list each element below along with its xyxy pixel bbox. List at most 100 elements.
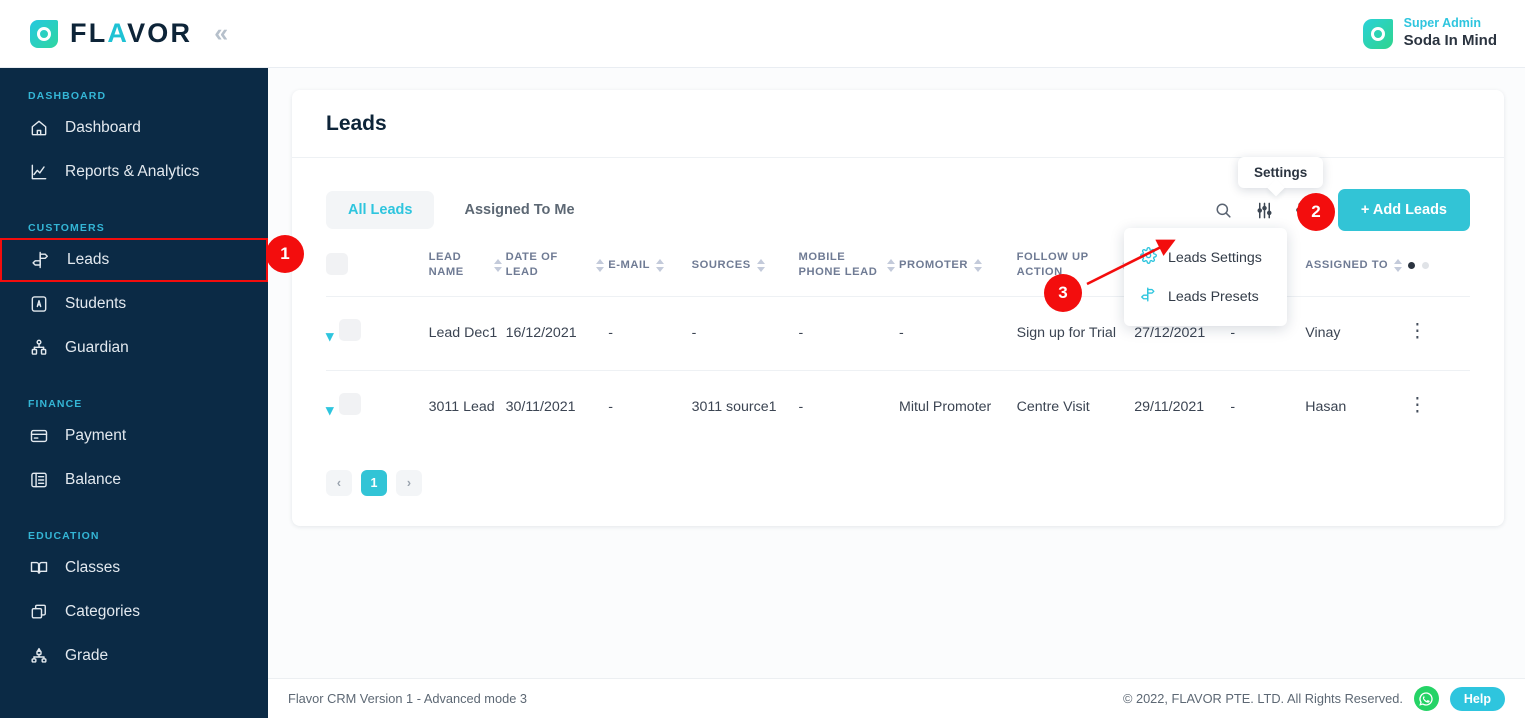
sidebar-item-label: Grade (65, 647, 109, 664)
credit-card-icon (28, 426, 49, 447)
brand-logo[interactable]: FLAVOR « (30, 18, 228, 49)
pagination-next[interactable]: › (396, 469, 422, 496)
sort-toggle[interactable] (596, 258, 605, 272)
pagination: ‹ 1 › (292, 444, 1504, 526)
th-date-of-lead[interactable]: DATE OF LEAD (506, 234, 609, 297)
row-spacer (388, 369, 429, 444)
tab-assigned-to-me[interactable]: Assigned To Me (442, 191, 596, 229)
tab-all-leads[interactable]: All Leads (326, 191, 435, 229)
row-checkbox[interactable] (339, 319, 362, 342)
cell-sources: - (691, 296, 799, 371)
annotation-marker-2: 2 (1297, 193, 1335, 231)
sidebar-item-label: Categories (65, 603, 140, 620)
sort-toggle[interactable] (974, 258, 983, 272)
sidebar-item-classes[interactable]: Classes (0, 546, 268, 590)
th-email[interactable]: E-MAIL (608, 234, 691, 297)
row-checkbox[interactable] (339, 392, 362, 415)
help-button[interactable]: Help (1449, 686, 1505, 711)
table-head: LEAD NAME DATE OF LEAD E-MAIL SOURCES MO… (326, 234, 1470, 297)
cell-status: - (1230, 369, 1306, 444)
page-title: Leads (326, 111, 387, 135)
whatsapp-icon[interactable] (1413, 686, 1439, 711)
row-menu-icon[interactable]: ⋮ (1408, 395, 1427, 416)
cell-row-actions: ⋮ (1407, 369, 1470, 444)
th-assigned-to[interactable]: ASSIGNED TO (1305, 234, 1408, 297)
sidebar-item-label: Leads (67, 251, 110, 268)
sidebar-item-label: Dashboard (65, 119, 141, 136)
sidebar-item-reports-analytics[interactable]: Reports & Analytics (0, 150, 268, 194)
sort-toggle[interactable] (887, 258, 896, 272)
sidebar-item-leads[interactable]: Leads (0, 238, 268, 282)
annotation-marker-1: 1 (266, 235, 304, 273)
sort-toggle[interactable] (756, 258, 765, 272)
th-select-all (326, 234, 388, 297)
annotation-marker-3: 3 (1044, 274, 1082, 312)
sort-toggle[interactable] (493, 258, 502, 272)
chevron-double-left-icon[interactable]: « (214, 21, 228, 46)
copyright: © 2022, FLAVOR PTE. LTD. All Rights Rese… (1122, 691, 1403, 706)
pagination-page-1[interactable]: 1 (361, 469, 387, 496)
table-container: LEAD NAME DATE OF LEAD E-MAIL SOURCES MO… (292, 234, 1504, 444)
leads-card: Leads All Leads Assigned To Me + Add Lea… (292, 90, 1504, 526)
table-row[interactable]: ▾ Lead Dec1 16/12/2021 - - - - Sign up f… (326, 296, 1470, 371)
th-label: ASSIGNED TO (1305, 258, 1389, 271)
home-icon (28, 118, 49, 139)
th-sources[interactable]: SOURCES (692, 234, 799, 297)
sidebar-item-dashboard[interactable]: Dashboard (0, 106, 268, 150)
column-pager-dots[interactable] (1407, 261, 1466, 269)
add-leads-button[interactable]: + Add Leads (1337, 189, 1470, 231)
row-menu-icon[interactable]: ⋮ (1408, 321, 1427, 342)
student-badge-icon (28, 294, 49, 315)
menu-item-label: Leads Presets (1168, 288, 1259, 305)
signpost-icon (30, 250, 51, 271)
sidebar-item-grade[interactable]: Grade (0, 634, 268, 678)
table-row[interactable]: ▾ 3011 Lead 30/11/2021 - 3011 source1 - … (326, 369, 1470, 444)
toolbar-actions: + Add Leads (1214, 189, 1470, 231)
cell-mobile-phone-lead: - (798, 296, 900, 371)
app-version: Flavor CRM Version 1 - Advanced mode 3 (288, 691, 527, 706)
guardian-icon (28, 338, 49, 359)
brand-mid: A (107, 18, 128, 48)
chevron-down-icon[interactable]: ▾ (326, 400, 334, 422)
cell-lead-name: Lead Dec1 (428, 296, 506, 371)
cell-mobile-phone-lead: - (798, 369, 900, 444)
cell-follow-up-action: Centre Visit (1016, 369, 1135, 444)
brand-suffix: VOR (127, 18, 193, 48)
cell-assigned-to: Vinay (1305, 296, 1408, 371)
brand-wordmark: FLAVOR (70, 18, 192, 49)
cell-follow-up-action: Sign up for Trial (1016, 296, 1135, 371)
sidebar-item-label: Students (65, 295, 127, 312)
th-column-pager (1407, 234, 1470, 297)
search-icon[interactable] (1214, 201, 1233, 220)
select-all-checkbox[interactable] (326, 252, 348, 275)
brand-prefix: FL (70, 18, 108, 48)
cell-lead-name: 3011 Lead (428, 369, 506, 444)
sidebar-section-dashboard: DASHBOARD (28, 90, 107, 102)
th-lead-name[interactable]: LEAD NAME (429, 234, 506, 297)
sort-toggle[interactable] (1394, 258, 1403, 272)
th-promoter[interactable]: PROMOTER (899, 234, 1017, 297)
user-profile[interactable]: Super Admin Soda In Mind (1362, 16, 1497, 50)
sidebar-section-customers: CUSTOMERS (28, 222, 105, 234)
filter-sliders-icon[interactable] (1255, 201, 1274, 220)
row-spacer (388, 296, 429, 371)
row-expand-cell: ▾ (326, 296, 388, 371)
chart-line-icon (28, 162, 49, 183)
top-bar: FLAVOR « Super Admin Soda In Mind (0, 0, 1525, 68)
sidebar: DASHBOARD Dashboard Reports & Analytics … (0, 68, 268, 718)
row-expand-cell: ▾ (326, 369, 388, 444)
sidebar-section-education: EDUCATION (28, 530, 100, 542)
cell-assigned-to: Hasan (1305, 369, 1408, 444)
sidebar-item-balance[interactable]: Balance (0, 458, 268, 502)
sidebar-item-categories[interactable]: Categories (0, 590, 268, 634)
chevron-down-icon[interactable]: ▾ (326, 326, 334, 348)
sidebar-item-payment[interactable]: Payment (0, 414, 268, 458)
sort-toggle[interactable] (656, 258, 665, 272)
cell-date-of-lead: 30/11/2021 (505, 369, 609, 444)
app-root: FLAVOR « Super Admin Soda In Mind DASHBO… (0, 0, 1525, 718)
sidebar-item-students[interactable]: Students (0, 282, 268, 326)
sidebar-item-guardian[interactable]: Guardian (0, 326, 268, 370)
pagination-prev[interactable]: ‹ (326, 469, 352, 496)
boxes-icon (28, 602, 49, 623)
th-mobile-phone-lead[interactable]: MOBILE PHONE LEAD (799, 234, 900, 297)
